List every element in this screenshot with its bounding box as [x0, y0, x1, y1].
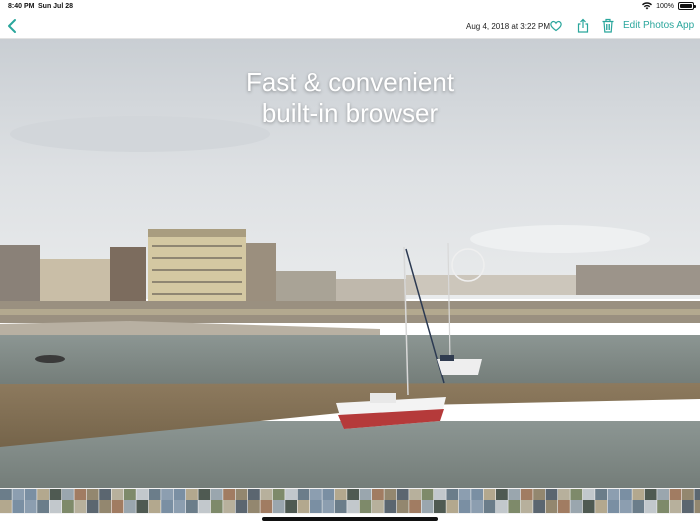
- thumbnail[interactable]: [111, 489, 124, 513]
- status-right: 100%: [642, 2, 696, 10]
- thumbnail[interactable]: [359, 489, 372, 513]
- thumbnail[interactable]: [334, 489, 347, 513]
- thumbnail[interactable]: [483, 489, 496, 513]
- thumbnail[interactable]: [24, 489, 37, 513]
- thumbnail[interactable]: [446, 489, 459, 513]
- thumbnail[interactable]: [458, 489, 471, 513]
- thumbnail[interactable]: [421, 489, 434, 513]
- thumbnail[interactable]: [558, 489, 570, 513]
- thumbnail[interactable]: [520, 489, 533, 513]
- navigation-bar: Aug 4, 2018 at 3:22 PM Edit Photos App: [0, 14, 700, 39]
- thumbnail[interactable]: [310, 489, 322, 513]
- heart-icon[interactable]: [549, 18, 563, 33]
- wifi-icon: [642, 2, 653, 10]
- thumbnail[interactable]: [74, 489, 87, 513]
- thumbnail[interactable]: [86, 489, 99, 513]
- thumbnail[interactable]: [570, 489, 583, 513]
- thumbnail[interactable]: [136, 489, 149, 513]
- thumbnail[interactable]: [235, 489, 248, 513]
- thumbnail[interactable]: [508, 489, 521, 513]
- thumbnail[interactable]: [632, 489, 645, 513]
- thumbnail[interactable]: [644, 489, 657, 513]
- thumbnail[interactable]: [148, 489, 161, 513]
- photo-timestamp: Aug 4, 2018 at 3:22 PM: [466, 22, 551, 31]
- thumbnail[interactable]: [682, 489, 694, 513]
- thumbnail[interactable]: [582, 489, 595, 513]
- thumbnail[interactable]: [533, 489, 545, 513]
- thumbnail[interactable]: [248, 489, 260, 513]
- thumbnail[interactable]: [607, 489, 620, 513]
- thumbnail[interactable]: [434, 489, 446, 513]
- thumbnail[interactable]: [657, 489, 669, 513]
- thumbnail-strip[interactable]: [0, 488, 700, 514]
- caption-line-1: Fast & convenient: [245, 67, 455, 97]
- promo-caption: Fast & convenient built-in browser: [0, 67, 700, 129]
- thumbnail[interactable]: [210, 489, 223, 513]
- thumbnail[interactable]: [384, 489, 397, 513]
- thumbnail[interactable]: [347, 489, 359, 513]
- thumbnail[interactable]: [372, 489, 384, 513]
- thumbnail[interactable]: [496, 489, 508, 513]
- thumbnail[interactable]: [49, 489, 62, 513]
- thumbnail[interactable]: [173, 489, 186, 513]
- thumbnail[interactable]: [186, 489, 198, 513]
- thumbnail[interactable]: [12, 489, 25, 513]
- thumbnail[interactable]: [260, 489, 273, 513]
- thumbnail[interactable]: [669, 489, 682, 513]
- status-date: Sun Jul 28: [38, 3, 74, 10]
- thumbnail[interactable]: [161, 489, 173, 513]
- status-bar: 8:40 PM Sun Jul 28 100%: [0, 0, 700, 14]
- thumbnail[interactable]: [545, 489, 558, 513]
- thumbnail-list[interactable]: [0, 488, 700, 514]
- status-time: 8:40 PM: [8, 3, 35, 10]
- battery-icon: [678, 2, 696, 10]
- caption-line-2: built-in browser: [261, 98, 439, 128]
- battery-percent: 100%: [656, 2, 674, 10]
- thumbnail[interactable]: [409, 489, 421, 513]
- thumbnail[interactable]: [396, 489, 409, 513]
- thumbnail[interactable]: [285, 489, 297, 513]
- thumbnail[interactable]: [620, 489, 632, 513]
- thumbnail[interactable]: [198, 489, 211, 513]
- trash-icon[interactable]: [601, 18, 615, 33]
- photo-viewer[interactable]: Fast & convenient built-in browser: [0, 39, 700, 488]
- thumbnail[interactable]: [37, 489, 49, 513]
- thumbnail[interactable]: [223, 489, 235, 513]
- thumbnail[interactable]: [322, 489, 335, 513]
- thumbnail[interactable]: [595, 489, 607, 513]
- thumbnail[interactable]: [99, 489, 111, 513]
- home-indicator: [262, 517, 438, 521]
- thumbnail[interactable]: [0, 489, 12, 513]
- thumbnail[interactable]: [272, 489, 285, 513]
- share-icon[interactable]: [576, 18, 590, 33]
- thumbnail[interactable]: [124, 489, 136, 513]
- thumbnail[interactable]: [694, 489, 700, 513]
- thumbnail[interactable]: [471, 489, 483, 513]
- thumbnail[interactable]: [62, 489, 74, 513]
- photos-app-button[interactable]: Photos App: [643, 20, 694, 31]
- thumbnail[interactable]: [297, 489, 310, 513]
- chevron-left-icon[interactable]: [6, 18, 20, 34]
- edit-button[interactable]: Edit: [623, 20, 640, 31]
